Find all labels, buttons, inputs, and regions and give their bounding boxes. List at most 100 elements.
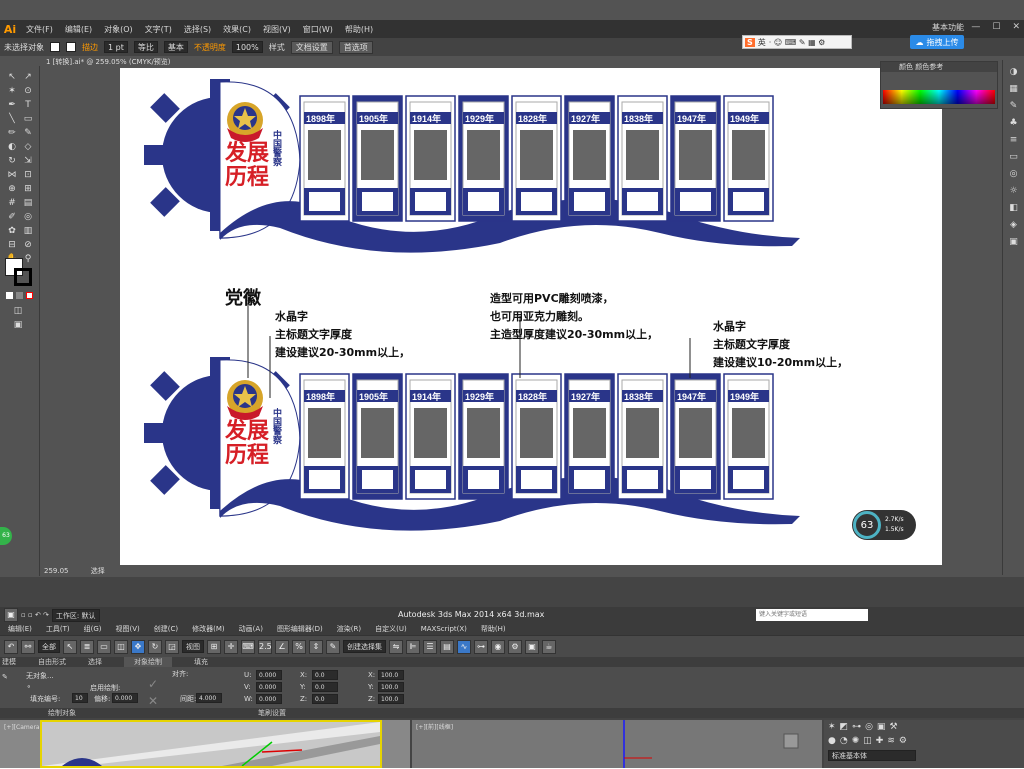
max-menu-tools[interactable]: 工具(T): [46, 623, 70, 635]
cameras-icon[interactable]: ◫: [863, 736, 872, 746]
upload-button[interactable]: ☁ 拖拽上传: [910, 35, 964, 49]
menu-effect[interactable]: 效果(C): [217, 24, 257, 35]
tab-selection[interactable]: 选择: [88, 657, 102, 667]
max-menu-modifiers[interactable]: 修改器(M): [192, 623, 225, 635]
rendered-frame-icon[interactable]: ▣: [525, 639, 539, 654]
motion-panel-icon[interactable]: ◎: [865, 722, 873, 732]
pencil-icon[interactable]: ✎: [22, 128, 34, 138]
panel-appearance-icon[interactable]: ☼: [1003, 183, 1024, 200]
max-search-input[interactable]: 键入关键字或短语: [756, 609, 868, 621]
spinner-snap-icon[interactable]: ⇕: [309, 639, 323, 654]
preferences-button[interactable]: 首选项: [338, 40, 373, 54]
viewport-camera[interactable]: [+][Camera001][真实]: [0, 720, 410, 768]
footer-brush-settings[interactable]: 笔刷设置: [258, 708, 286, 718]
line-tool-icon[interactable]: ╲: [6, 114, 18, 124]
screen-mode-icon[interactable]: ▣: [12, 320, 24, 330]
undo-icon[interactable]: ↶: [4, 639, 18, 654]
paintbrush-icon[interactable]: ✏: [6, 128, 18, 138]
fill-swatch[interactable]: [50, 42, 60, 52]
edit-named-sel-icon[interactable]: ✎: [326, 639, 340, 654]
layer-manager-icon[interactable]: ☰: [423, 639, 437, 654]
named-selection-set[interactable]: 创建选择集: [343, 640, 386, 653]
keyboard-shortcut-icon[interactable]: ⌨: [241, 639, 255, 654]
type-tool-icon[interactable]: T: [22, 100, 34, 110]
object-type-select[interactable]: 标准基本体: [828, 750, 916, 761]
spacewarps-icon[interactable]: ≋: [887, 736, 895, 746]
mirror-icon[interactable]: ⇋: [389, 639, 403, 654]
panel-artboards-icon[interactable]: ▣: [1003, 234, 1024, 251]
z-field[interactable]: 0.0: [312, 694, 338, 704]
menu-object[interactable]: 对象(O): [98, 24, 139, 35]
menu-edit[interactable]: 编辑(E): [59, 24, 98, 35]
percent-snap-icon[interactable]: %: [292, 639, 306, 654]
pivot-icon[interactable]: ⊞: [207, 639, 221, 654]
color-spectrum[interactable]: [883, 90, 995, 104]
blend-tool-icon[interactable]: ◎: [22, 212, 34, 222]
perspective-grid-icon[interactable]: ⊞: [22, 184, 34, 194]
ime-icons[interactable]: · ☺ ⌨ ✎ ▦ ⚙: [769, 38, 826, 47]
maximize-icon[interactable]: ☐: [992, 22, 1000, 32]
max-menu-help[interactable]: 帮助(H): [481, 623, 506, 635]
tab-freeform[interactable]: 自由形式: [38, 657, 66, 667]
x-field[interactable]: 0.0: [312, 670, 338, 680]
network-speed-widget[interactable]: 63 2.7K/s 1.5K/s: [852, 510, 916, 540]
systems-icon[interactable]: ⚙: [899, 736, 907, 746]
select-by-name-icon[interactable]: ≣: [80, 639, 94, 654]
nothing-selected[interactable]: 无对象...: [26, 671, 54, 681]
doc-setup-button[interactable]: 文档设置: [290, 40, 333, 54]
hierarchy-panel-icon[interactable]: ⊶: [852, 722, 861, 732]
pen-tool-icon[interactable]: ✒: [6, 100, 18, 110]
direct-selection-tool-icon[interactable]: ↗: [22, 72, 34, 82]
create-panel-icon[interactable]: ✶: [828, 722, 836, 732]
max-menu-rendering[interactable]: 渲染(R): [337, 623, 361, 635]
display-panel-icon[interactable]: ▣: [877, 722, 886, 732]
max-menu-group[interactable]: 组(G): [84, 623, 102, 635]
stroke-swatch[interactable]: [66, 42, 76, 52]
y-field[interactable]: 0.0: [312, 682, 338, 692]
modify-panel-icon[interactable]: ◩: [840, 722, 849, 732]
mesh-tool-icon[interactable]: #: [6, 198, 18, 208]
magic-wand-icon[interactable]: ✶: [6, 86, 18, 96]
x2-field[interactable]: 100.0: [378, 670, 404, 680]
draw-mode-icon[interactable]: ◫: [12, 306, 24, 316]
free-transform-icon[interactable]: ⊡: [22, 170, 34, 180]
align-icon[interactable]: ⊫: [406, 639, 420, 654]
offset-field[interactable]: 0.000: [112, 693, 138, 703]
panel-graphic-styles-icon[interactable]: ◧: [1003, 200, 1024, 217]
gradient-tool-icon[interactable]: ▤: [22, 198, 34, 208]
tab-modeling[interactable]: 建模: [2, 657, 16, 667]
workspace-select[interactable]: 工作区: 默认: [51, 608, 100, 622]
blob-brush-icon[interactable]: ◐: [6, 142, 18, 152]
tab-object-paint[interactable]: 对象绘制: [124, 657, 172, 667]
angle-snap-icon[interactable]: ∠: [275, 639, 289, 654]
window-crossing-icon[interactable]: ◫: [114, 639, 128, 654]
menu-type[interactable]: 文字(T): [139, 24, 178, 35]
width-tool-icon[interactable]: ⋈: [6, 170, 18, 180]
panel-brushes-icon[interactable]: ✎: [1003, 98, 1024, 115]
panel-color-icon[interactable]: ◑: [1003, 64, 1024, 81]
max-app-icon[interactable]: ▣: [4, 608, 18, 622]
schematic-view-icon[interactable]: ⊶: [474, 639, 488, 654]
max-menu-customize[interactable]: 自定义(U): [375, 623, 407, 635]
brush-definition[interactable]: 基本: [163, 41, 188, 53]
max-menu-animation[interactable]: 动画(A): [239, 623, 263, 635]
rotate-icon[interactable]: ↻: [148, 639, 162, 654]
helpers-icon[interactable]: ✚: [876, 736, 884, 746]
link-icon[interactable]: ⚯: [21, 639, 35, 654]
panel-symbols-icon[interactable]: ♣: [1003, 115, 1024, 132]
zoom-tool-icon[interactable]: ⚲: [22, 254, 34, 264]
symbol-sprayer-icon[interactable]: ✿: [6, 226, 18, 236]
panel-swatches-icon[interactable]: ▦: [1003, 81, 1024, 98]
render-production-icon[interactable]: ☕: [542, 639, 556, 654]
minimize-icon[interactable]: —: [971, 22, 980, 32]
quick-access-icons[interactable]: ▫ ▫ ↶ ↷: [21, 611, 49, 619]
material-editor-icon[interactable]: ◉: [491, 639, 505, 654]
menu-select[interactable]: 选择(S): [178, 24, 217, 35]
move-icon[interactable]: ✥: [131, 639, 145, 654]
scale-tool-icon[interactable]: ⇲: [22, 156, 34, 166]
panel-stroke-icon[interactable]: ≡: [1003, 132, 1024, 149]
max-menu-create[interactable]: 创建(C): [154, 623, 178, 635]
max-menu-edit[interactable]: 编辑(E): [8, 623, 32, 635]
max-menu-maxscript[interactable]: MAXScript(X): [421, 623, 467, 635]
select-object-icon[interactable]: ↖: [63, 639, 77, 654]
